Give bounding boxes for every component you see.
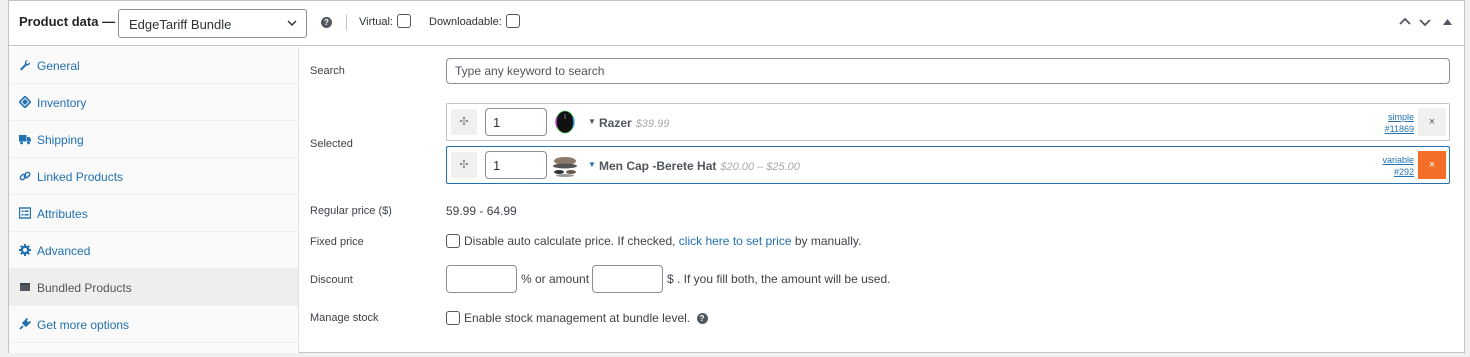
tab-advanced[interactable]: Advanced — [9, 232, 298, 269]
tab-inventory[interactable]: Inventory — [9, 84, 298, 121]
tab-label: Attributes — [37, 207, 88, 221]
tab-label: Bundled Products — [37, 281, 132, 295]
fixed-price-tail: by manually. — [794, 234, 862, 248]
search-label: Search — [310, 65, 345, 77]
tab-label: General — [37, 59, 80, 73]
tag-icon — [19, 96, 31, 108]
wrench-icon — [20, 59, 31, 71]
help-icon[interactable]: ? — [321, 17, 332, 28]
product-price: $20.00 – $25.00 — [720, 161, 800, 173]
manage-stock-field: Enable stock management at bundle level.… — [446, 310, 708, 325]
product-meta[interactable]: variable #292 — [1382, 154, 1414, 178]
virtual-toggle[interactable]: Virtual: — [359, 13, 412, 28]
fixed-price-checkbox[interactable] — [446, 233, 460, 248]
manage-stock-text: Enable stock management at bundle level. — [464, 311, 691, 325]
downloadable-toggle[interactable]: Downloadable: — [429, 13, 520, 28]
selected-label: Selected — [310, 138, 353, 150]
virtual-label: Virtual: — [359, 16, 394, 28]
remove-icon[interactable]: × — [1418, 151, 1446, 179]
fixed-price-text: Disable auto calculate price. If checked… — [464, 234, 676, 248]
regular-price-value: 59.99 - 64.99 — [446, 204, 517, 218]
bundle-item[interactable]: ✣ ▼ Men Cap -Berete Hat$20.00 – $25.00 v… — [446, 146, 1450, 184]
product-price: $39.99 — [635, 118, 670, 130]
bundle-item[interactable]: ✣ ▼ Razer$39.99 simple #11869 × — [446, 103, 1450, 141]
fixed-price-field: Disable auto calculate price. If checked… — [446, 233, 862, 248]
remove-icon[interactable]: × — [1418, 108, 1446, 136]
regular-price-label: Regular price ($) — [310, 205, 392, 217]
chevron-up-icon[interactable] — [1399, 16, 1411, 28]
product-type-value: EdgeTariff Bundle — [129, 17, 232, 32]
product-thumbnail — [553, 157, 577, 177]
discount-label: Discount — [310, 274, 353, 286]
bundle-item-name: Razer $39.99 — [599, 116, 669, 130]
set-price-link[interactable]: click here to set price — [679, 234, 792, 248]
product-id-link[interactable]: #292 — [1382, 166, 1414, 178]
product-type-link[interactable]: simple — [1385, 111, 1414, 123]
tab-linked-products[interactable]: Linked Products — [9, 158, 298, 195]
product-thumbnail — [555, 110, 575, 134]
drag-handle-icon[interactable]: ✣ — [451, 109, 477, 135]
product-id-link[interactable]: #11869 — [1385, 123, 1414, 135]
quantity-input[interactable] — [485, 108, 547, 136]
tab-get-more-options[interactable]: Get more options — [9, 306, 298, 343]
tab-label: Linked Products — [37, 170, 124, 184]
product-data-header: Product data — EdgeTariff Bundle ? Virtu… — [9, 1, 1464, 46]
discount-mid-text: % or amount — [521, 272, 590, 286]
tab-general[interactable]: General — [9, 47, 298, 84]
chevron-down-icon[interactable] — [1419, 16, 1431, 28]
list-icon — [19, 207, 31, 219]
drag-handle-icon[interactable]: ✣ — [451, 152, 477, 178]
caret-down-icon[interactable]: ▼ — [588, 160, 596, 169]
discount-tail-text: $ . If you fill both, the amount will be… — [667, 272, 891, 286]
product-data-tabs: General Inventory Shipping Linked Produc… — [9, 47, 299, 353]
product-meta[interactable]: simple #11869 — [1385, 111, 1414, 135]
discount-percent-input[interactable] — [446, 265, 517, 293]
box-icon — [20, 283, 30, 291]
gear-icon — [19, 244, 31, 256]
panel-title: Product data — — [19, 14, 116, 29]
divider — [346, 15, 347, 31]
tab-label: Shipping — [37, 133, 84, 147]
downloadable-checkbox[interactable] — [505, 13, 520, 28]
downloadable-label: Downloadable: — [429, 16, 502, 28]
search-input[interactable] — [446, 58, 1450, 84]
quantity-input[interactable] — [485, 151, 547, 179]
product-name: Men Cap -Berete Hat — [599, 159, 717, 173]
tab-attributes[interactable]: Attributes — [9, 195, 298, 232]
fixed-price-label: Fixed price — [310, 236, 364, 248]
manage-stock-label: Manage stock — [310, 312, 379, 324]
truck-icon — [19, 135, 31, 145]
plugin-icon — [19, 318, 31, 330]
chevron-down-icon — [287, 20, 297, 26]
product-type-select[interactable]: EdgeTariff Bundle — [118, 9, 307, 38]
product-data-panel: Product data — EdgeTariff Bundle ? Virtu… — [8, 0, 1465, 353]
product-type-link[interactable]: variable — [1382, 154, 1414, 166]
tab-label: Inventory — [37, 96, 87, 110]
product-name: Razer — [599, 116, 632, 130]
manage-stock-checkbox[interactable] — [446, 310, 460, 325]
bundle-item-name: Men Cap -Berete Hat $20.00 – $25.00 — [599, 159, 800, 173]
caret-down-icon[interactable]: ▼ — [588, 117, 596, 126]
virtual-checkbox[interactable] — [397, 13, 412, 28]
link-icon — [19, 171, 31, 181]
discount-amount-input[interactable] — [592, 265, 663, 293]
help-icon[interactable]: ? — [696, 313, 708, 324]
tab-label: Advanced — [37, 244, 91, 258]
collapse-triangle-icon[interactable] — [1443, 18, 1452, 26]
tab-shipping[interactable]: Shipping — [9, 121, 298, 158]
tab-label: Get more options — [37, 318, 130, 332]
tab-bundled-products[interactable]: Bundled Products — [9, 269, 298, 306]
